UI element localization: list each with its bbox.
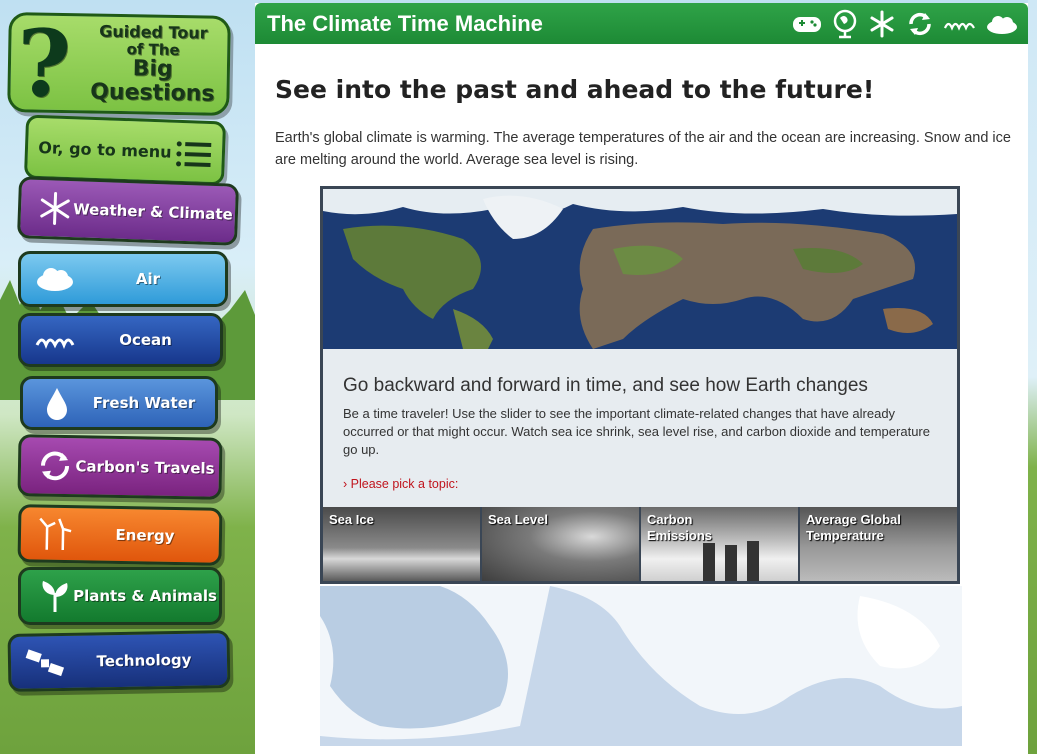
topic-sea-ice-button[interactable]: Sea Ice — [323, 507, 482, 581]
tour-line-4: Questions — [89, 79, 215, 107]
satellite-icon — [25, 649, 65, 677]
nav-weather-climate-button[interactable]: Weather & Climate — [16, 176, 240, 246]
guided-tour-button[interactable]: ? Guided Tour of The Big Questions — [7, 9, 231, 119]
recycle-icon — [41, 451, 70, 481]
snowflake-icon — [40, 191, 70, 225]
water-drop-icon — [47, 388, 67, 420]
nav-label: Fresh Water — [92, 394, 196, 412]
nav-technology-button[interactable]: Technology — [7, 630, 231, 692]
intro-paragraph: Earth's global climate is warming. The a… — [275, 130, 1011, 168]
nav-fresh-water-button[interactable]: Fresh Water — [20, 376, 218, 430]
topic-sea-level-button[interactable]: Sea Level — [482, 507, 641, 581]
cloud-icon — [37, 268, 73, 291]
widget-description: Be a time traveler! Use the slider to se… — [343, 406, 930, 457]
wind-turbine-icon — [39, 517, 72, 551]
nav-air-button[interactable]: Air — [18, 251, 228, 307]
plant-icon — [42, 581, 68, 612]
nav-label: Plants & Animals — [73, 587, 217, 605]
menu-list-icon — [176, 141, 212, 167]
nav-label: Air — [135, 270, 161, 288]
waves-icon — [35, 338, 75, 350]
question-mark-icon: ? — [16, 9, 72, 119]
nav-label: Energy — [115, 525, 175, 545]
cloud-icon[interactable] — [986, 13, 1018, 35]
background-strip — [1028, 0, 1037, 754]
widget-title: Go backward and forward in time, and see… — [343, 375, 868, 396]
faded-map-background — [320, 586, 962, 746]
nav-label: Ocean — [119, 331, 172, 349]
tour-line-1: Guided Tour — [99, 21, 208, 43]
header-icons — [792, 9, 1018, 39]
topic-prompt: › Please pick a topic: — [343, 477, 459, 491]
snowflake-icon[interactable] — [868, 10, 896, 38]
waves-icon[interactable] — [944, 14, 976, 34]
page-title: The Climate Time Machine — [267, 11, 543, 36]
menu-button[interactable]: Or, go to menu — [23, 114, 227, 186]
topic-average-global-temperature-button[interactable]: Average Global Temperature — [800, 507, 957, 581]
climate-time-machine-widget: Go backward and forward in time, and see… — [320, 186, 960, 584]
topic-label: Sea Ice — [329, 512, 374, 527]
section-heading: See into the past and ahead to the futur… — [275, 75, 875, 104]
intro-text-box: Go backward and forward in time, and see… — [323, 349, 957, 507]
nav-plants-animals-button[interactable]: Plants & Animals — [18, 567, 222, 625]
nav-label: Carbon's Travels — [75, 457, 215, 478]
main-panel: The Climate Time Machine See into the pa… — [255, 3, 1028, 754]
topic-label: Sea Level — [488, 512, 548, 527]
recycle-icon[interactable] — [906, 10, 934, 38]
guided-tour-label: Guided Tour of The Big Questions — [89, 21, 216, 108]
globe-icon[interactable] — [832, 9, 858, 39]
smokestacks-image — [703, 541, 759, 581]
gamepad-icon[interactable] — [792, 12, 822, 36]
nav-energy-button[interactable]: Energy — [17, 504, 223, 566]
nav-label: Weather & Climate — [72, 200, 234, 224]
menu-label: Or, go to menu — [38, 137, 172, 162]
world-map-image — [323, 189, 957, 349]
title-bar: The Climate Time Machine — [255, 3, 1028, 44]
tour-line-3: Big — [132, 56, 174, 83]
topic-list: Sea Ice Sea Level Carbon Emissions Avera… — [323, 507, 957, 581]
nav-ocean-button[interactable]: Ocean — [18, 313, 223, 367]
nav-label: Technology — [96, 650, 192, 671]
topic-label: Average Global Temperature — [806, 512, 901, 543]
topic-carbon-emissions-button[interactable]: Carbon Emissions — [641, 507, 800, 581]
nav-carbon-travels-button[interactable]: Carbon's Travels — [17, 434, 223, 500]
